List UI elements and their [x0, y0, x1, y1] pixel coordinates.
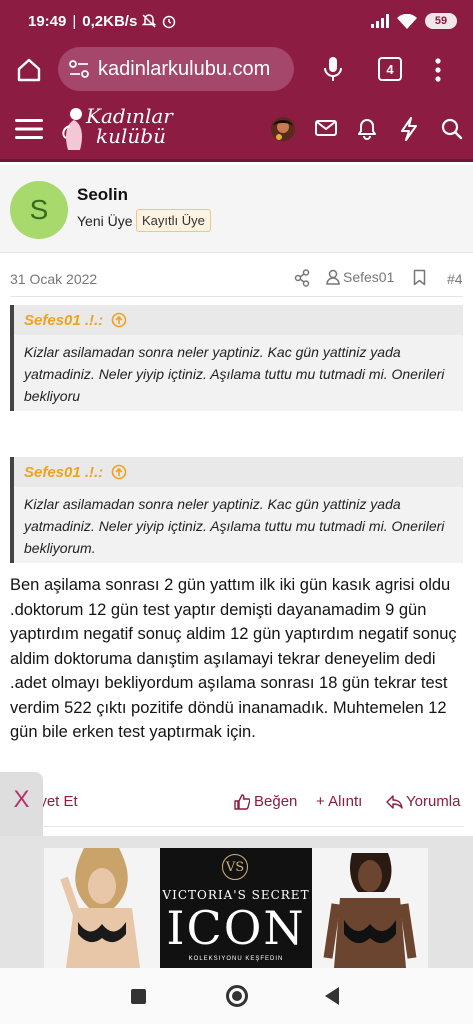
- ad-cta: KOLEKSIYONU KEŞFEDIN: [188, 956, 284, 962]
- arrow-up-circle-icon[interactable]: [111, 464, 127, 480]
- ad-brand: VICTORIA'S SECRET: [162, 888, 310, 902]
- user-icon: [326, 269, 340, 285]
- site-logo[interactable]: Kadınlar kulübü: [86, 106, 173, 146]
- ad-close-button[interactable]: X: [0, 772, 43, 836]
- quote-button[interactable]: + Alıntı: [316, 793, 362, 810]
- hamburger-menu-icon[interactable]: [15, 118, 43, 140]
- divider: [10, 296, 463, 297]
- user-avatar[interactable]: [270, 116, 296, 142]
- quoted-user-name: Sefes01: [343, 269, 395, 285]
- reply-button[interactable]: Yorumla: [386, 793, 460, 810]
- alarm-icon: [161, 13, 177, 29]
- network-speed: 0,2KB/s: [82, 12, 138, 30]
- ad-title: ICON: [166, 901, 306, 955]
- search-icon[interactable]: [441, 118, 463, 140]
- bell-icon[interactable]: [357, 118, 377, 140]
- back-button[interactable]: [325, 987, 339, 1005]
- thread-content: S Seolin Yeni Üye Kayıtlı Üye 31 Ocak 20…: [0, 165, 473, 968]
- home-icon[interactable]: [16, 57, 42, 83]
- home-button[interactable]: [226, 985, 248, 1007]
- author-avatar[interactable]: S: [10, 181, 68, 239]
- reply-icon: [386, 794, 403, 810]
- mute-icon: [141, 13, 157, 29]
- divider: [44, 826, 463, 827]
- arrow-up-circle-icon[interactable]: [111, 312, 127, 328]
- site-settings-icon[interactable]: [68, 59, 90, 79]
- reply-label: Yorumla: [406, 793, 461, 810]
- post-meta: 31 Ocak 2022 Sefes01 #4: [0, 265, 473, 293]
- author-name[interactable]: Seolin: [77, 185, 128, 205]
- signal-icon: [371, 14, 389, 28]
- ad-container: VS VICTORIA'S SECRET ICON KOLEKSIYONU KE…: [0, 836, 473, 968]
- quote-block: Sefes01 .!.: Kizlar asilamadan sonra nel…: [10, 305, 463, 411]
- thumbs-up-icon: [234, 793, 250, 810]
- wifi-icon: [397, 13, 417, 29]
- tab-switcher-button[interactable]: 4: [378, 57, 402, 81]
- microphone-icon[interactable]: [323, 55, 343, 83]
- quoted-user-link[interactable]: Sefes01: [326, 269, 394, 285]
- site-header: Kadınlar kulübü: [0, 96, 473, 162]
- post-body: Ben aşilama sonrası 2 gün yattım ilk iki…: [10, 576, 457, 741]
- more-vert-icon[interactable]: [434, 57, 442, 83]
- quote-author[interactable]: Sefes01 .!.:: [24, 464, 103, 481]
- like-label: Beğen: [254, 793, 298, 810]
- address-bar[interactable]: kadinlarkulubu.com: [58, 47, 294, 91]
- status-time: 19:49: [28, 12, 67, 30]
- ad-logo-icon: VS: [222, 854, 248, 880]
- bolt-icon[interactable]: [400, 117, 418, 141]
- quote-header: Sefes01 .!.:: [14, 457, 463, 487]
- post-number[interactable]: #4: [447, 271, 463, 287]
- ad-photo-left: [44, 848, 160, 968]
- browser-toolbar: kadinlarkulubu.com 4: [0, 42, 473, 96]
- share-icon[interactable]: [294, 269, 310, 287]
- system-nav-bar: [0, 968, 473, 1024]
- status-bar: 19:49 | 0,2KB/s 59: [0, 0, 473, 42]
- post-date[interactable]: 31 Ocak 2022: [10, 271, 97, 287]
- like-button[interactable]: Beğen: [234, 793, 297, 810]
- mail-icon[interactable]: [315, 120, 337, 136]
- logo-line2: kulübü: [96, 124, 166, 148]
- logo-line1: Kadınlar: [86, 104, 173, 128]
- quote-header: Sefes01 .!.:: [14, 305, 463, 335]
- quote-author[interactable]: Sefes01 .!.:: [24, 312, 103, 329]
- battery-indicator: 59: [425, 13, 457, 29]
- ad-brand-panel: VS VICTORIA'S SECRET ICON KOLEKSIYONU KE…: [160, 848, 312, 968]
- bookmark-icon[interactable]: [413, 269, 426, 286]
- quote-text: Kizlar asilamadan sonra neler yaptiniz. …: [24, 344, 445, 404]
- user-title: Yeni Üye: [77, 213, 133, 229]
- quote-block: Sefes01 .!.: Kizlar asilamadan sonra nel…: [10, 457, 463, 563]
- ad-banner[interactable]: VS VICTORIA'S SECRET ICON KOLEKSIYONU KE…: [44, 848, 429, 968]
- status-separator: |: [72, 12, 77, 30]
- quote-text: Kizlar asilamadan sonra neler yaptiniz. …: [24, 496, 445, 556]
- recent-apps-button[interactable]: [131, 989, 146, 1004]
- author-card: S Seolin Yeni Üye Kayıtlı Üye: [0, 165, 473, 253]
- user-badge: Kayıtlı Üye: [136, 209, 211, 232]
- ad-photo-right: [312, 848, 428, 968]
- logo-figure-icon: [60, 106, 88, 152]
- post-actions: iyet Et Beğen + Alıntı Yorumla: [0, 789, 473, 819]
- url-text[interactable]: kadinlarkulubu.com: [98, 58, 294, 81]
